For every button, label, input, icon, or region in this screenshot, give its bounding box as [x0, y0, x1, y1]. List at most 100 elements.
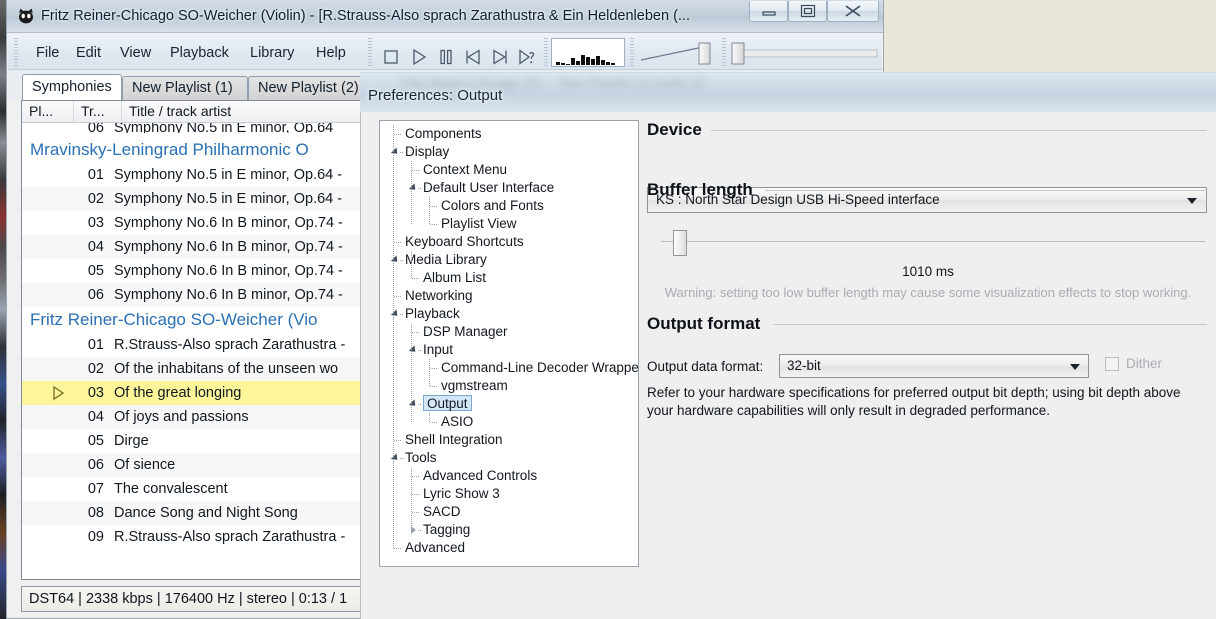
table-row[interactable]: 01 R.Strauss-Also sprach Zarathustra - [22, 333, 372, 357]
buffer-group-title: Buffer length [647, 180, 753, 199]
tree-item-components[interactable]: Components [380, 125, 638, 143]
tree-item-tools[interactable]: Tools [380, 449, 638, 467]
toolbar-gripper-seek[interactable] [722, 38, 726, 66]
buffer-length-slider-thumb[interactable] [673, 230, 687, 256]
tree-item-advanced-controls[interactable]: Advanced Controls [380, 467, 638, 485]
tree-item-networking[interactable]: Networking [380, 287, 638, 305]
track-number: 06 [87, 123, 104, 136]
tree-item-advanced[interactable]: Advanced [380, 539, 638, 557]
tree-item-label: Advanced [405, 540, 466, 555]
toolbar-gripper-visualizer[interactable] [544, 38, 548, 66]
column-track[interactable]: Tr... [74, 101, 122, 122]
visualizer-bar [571, 58, 575, 65]
output-format-group-rule [773, 324, 1207, 325]
play-icon[interactable] [408, 47, 430, 67]
page-title: Fritz Reiner-Chicago SO-Weicher (Violin)… [41, 8, 690, 24]
playlist-panel[interactable]: Pl... Tr... Title / track artist 06 Symph… [21, 100, 373, 580]
playlist-group-header[interactable]: Fritz Reiner-Chicago SO-Weicher (Vio [22, 307, 372, 333]
table-row[interactable]: 08 Dance Song and Night Song [22, 501, 372, 525]
tree-item-shell-integration[interactable]: Shell Integration [380, 431, 638, 449]
track-number: 08 [87, 505, 104, 521]
tree-item-dsp-manager[interactable]: DSP Manager [380, 323, 638, 341]
toolbar-gripper[interactable] [14, 38, 18, 66]
tree-connector [418, 350, 422, 351]
tree-item-lyric-show-3[interactable]: Lyric Show 3 [380, 485, 638, 503]
table-row[interactable]: 09 R.Strauss-Also sprach Zarathustra - [22, 525, 372, 549]
table-row[interactable]: 02 Of the inhabitans of the unseen wo [22, 357, 372, 381]
close-button[interactable] [827, 1, 879, 22]
tree-item-context-menu[interactable]: Context Menu [380, 161, 638, 179]
random-icon[interactable] [516, 47, 538, 67]
preferences-dialog: Fritz Reiner-Chicago SO ... New Playlist… [360, 72, 1216, 619]
tree-connector [412, 170, 420, 171]
menu-help[interactable]: Help [310, 43, 352, 63]
tab-symphonies[interactable]: Symphonies [22, 74, 122, 100]
preferences-category-tree[interactable]: Components Display Context Menu Default Use… [379, 120, 639, 567]
tree-item-tagging[interactable]: Tagging [380, 521, 638, 539]
tree-connector [394, 440, 402, 441]
tree-item-colors-and-fonts[interactable]: Colors and Fonts [380, 197, 638, 215]
column-playing[interactable]: Pl... [22, 101, 74, 122]
tree-item-display[interactable]: Display [380, 143, 638, 161]
toolbar-gripper-volume[interactable] [630, 38, 634, 66]
table-row[interactable]: 06 Symphony No.6 In B minor, Op.74 - [22, 283, 372, 307]
output-data-format-select[interactable]: 32-bit [779, 354, 1089, 378]
tree-item-vgmstream[interactable]: vgmstream [380, 377, 638, 395]
maximize-button[interactable] [788, 1, 827, 22]
tree-connector [430, 422, 438, 423]
track-number: 03 [87, 215, 104, 231]
dither-checkbox[interactable] [1105, 357, 1119, 371]
volume-slider[interactable] [637, 40, 717, 66]
pause-icon[interactable] [435, 47, 457, 67]
stop-icon[interactable] [380, 47, 402, 67]
tree-item-input[interactable]: Input [380, 341, 638, 359]
tree-item-playlist-view[interactable]: Playlist View [380, 215, 638, 233]
menu-playback[interactable]: Playback [164, 43, 235, 63]
table-row[interactable]: 02 Symphony No.5 in E minor, Op.64 - [22, 187, 372, 211]
tree-item-label: Advanced Controls [423, 468, 538, 483]
tree-item-sacd[interactable]: SACD [380, 503, 638, 521]
seek-slider[interactable] [729, 40, 881, 66]
tree-item-media-library[interactable]: Media Library [380, 251, 638, 269]
spectrum-visualizer[interactable] [551, 38, 625, 67]
tree-item-label: Playlist View [441, 216, 517, 231]
tree-item-playback[interactable]: Playback [380, 305, 638, 323]
tab-new-playlist-2[interactable]: New Playlist (2) [248, 76, 374, 100]
tree-item-album-list[interactable]: Album List [380, 269, 638, 287]
tree-item-command-line-decoder-wrapper[interactable]: Command-Line Decoder Wrapper [380, 359, 638, 377]
table-row[interactable]: 03 Symphony No.6 In B minor, Op.74 - [22, 211, 372, 235]
next-icon[interactable] [489, 47, 511, 67]
table-row[interactable]: 03 Of the great longing [22, 381, 372, 405]
table-row[interactable]: 04 Of joys and passions [22, 405, 372, 429]
previous-icon[interactable] [462, 47, 484, 67]
visualizer-bar [556, 62, 560, 65]
menu-library[interactable]: Library [244, 43, 300, 63]
column-title[interactable]: Title / track artist [122, 101, 372, 122]
menu-view[interactable]: View [114, 43, 157, 63]
tree-item-default-user-interface[interactable]: Default User Interface [380, 179, 638, 197]
playlist-group-header[interactable]: Mravinsky-Leningrad Philharmonic O [22, 137, 372, 163]
tree-item-output[interactable]: Output [380, 395, 638, 413]
tab-new-playlist-1[interactable]: New Playlist (1) [122, 76, 248, 100]
playlist-row-clipped-bottom[interactable] [22, 549, 372, 559]
table-row[interactable]: 05 Dirge [22, 429, 372, 453]
track-number: 06 [87, 457, 104, 473]
table-row[interactable]: 07 The convalescent [22, 477, 372, 501]
table-row[interactable]: 06 Of sience [22, 453, 372, 477]
track-title: R.Strauss-Also sprach Zarathustra - [114, 337, 346, 353]
output-format-note: Refer to your hardware specifications fo… [647, 385, 1181, 418]
visualizer-bar [606, 62, 610, 65]
toolbar-gripper-playback[interactable] [368, 38, 372, 66]
playlist-row-clipped[interactable]: 06 Symphony No.5 in E minor, Op.64 [22, 123, 372, 137]
table-row[interactable]: 01 Symphony No.5 in E minor, Op.64 - [22, 163, 372, 187]
table-row[interactable]: 05 Symphony No.6 In B minor, Op.74 - [22, 259, 372, 283]
tree-item-label: Shell Integration [405, 432, 503, 447]
minimize-button[interactable] [749, 1, 788, 22]
buffer-length-slider-track[interactable] [661, 241, 1205, 242]
tree-item-asio[interactable]: ASIO [380, 413, 638, 431]
tree-item-keyboard-shortcuts[interactable]: Keyboard Shortcuts [380, 233, 638, 251]
menu-file[interactable]: File [30, 43, 65, 63]
menu-edit[interactable]: Edit [70, 43, 107, 63]
track-title: Symphony No.5 in E minor, Op.64 - [114, 167, 343, 183]
table-row[interactable]: 04 Symphony No.6 In B minor, Op.74 - [22, 235, 372, 259]
